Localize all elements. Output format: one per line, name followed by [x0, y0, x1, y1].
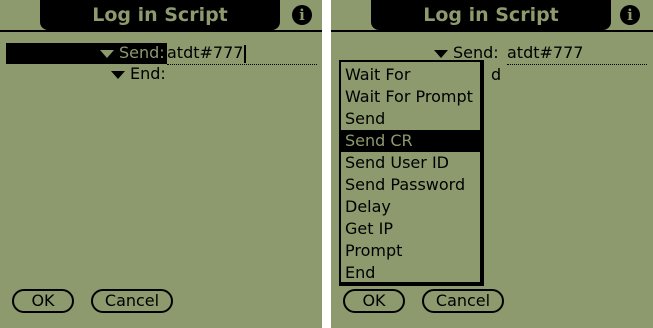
info-icon[interactable]: i [620, 5, 640, 25]
cancel-button[interactable]: Cancel [91, 289, 173, 313]
menu-item-prompt[interactable]: Prompt [341, 240, 480, 262]
menu-item-delay[interactable]: Delay [341, 196, 480, 218]
left-screen: Log in Script i Send: atdt#777 End: OK C… [0, 0, 322, 328]
menu-item-get-ip[interactable]: Get IP [341, 218, 480, 240]
screen-title: Log in Script [40, 0, 280, 30]
title-bar: Log in Script i [331, 0, 653, 32]
step-label: Send: [119, 43, 165, 62]
menu-item-send-password[interactable]: Send Password [341, 174, 480, 196]
ok-button[interactable]: OK [343, 289, 405, 313]
text-cursor [244, 44, 247, 63]
menu-item-wait-for[interactable]: Wait For [341, 64, 480, 86]
menu-item-send[interactable]: Send [341, 108, 480, 130]
send-value-field[interactable]: atdt#777 [167, 42, 317, 65]
menu-item-send-user-id[interactable]: Send User ID [341, 152, 480, 174]
send-value-text: atdt#777 [507, 43, 584, 62]
menu-item-wait-for-prompt[interactable]: Wait For Prompt [341, 86, 480, 108]
menu-item-end[interactable]: End [341, 262, 480, 284]
send-value-text: atdt#777 [167, 43, 244, 62]
info-icon[interactable]: i [292, 5, 312, 25]
obscured-row-text: d [491, 65, 502, 84]
step-row-end[interactable]: End: [111, 63, 166, 85]
screen-title: Log in Script [371, 0, 611, 30]
triangle-down-icon[interactable] [434, 49, 448, 58]
triangle-down-icon[interactable] [100, 49, 114, 58]
step-type-menu[interactable]: Wait For Wait For Prompt Send Send CR Se… [339, 60, 484, 286]
step-row-send[interactable]: Send: [100, 42, 165, 64]
step-label: End: [130, 64, 166, 83]
triangle-down-icon[interactable] [111, 70, 125, 79]
send-value-field[interactable]: atdt#777 [507, 42, 647, 65]
ok-button[interactable]: OK [12, 289, 74, 313]
title-bar: Log in Script i [0, 0, 322, 32]
menu-item-send-cr[interactable]: Send CR [341, 130, 480, 152]
cancel-button[interactable]: Cancel [422, 289, 504, 313]
right-screen: Log in Script i Send: atdt#777 d OK Canc… [331, 0, 653, 328]
